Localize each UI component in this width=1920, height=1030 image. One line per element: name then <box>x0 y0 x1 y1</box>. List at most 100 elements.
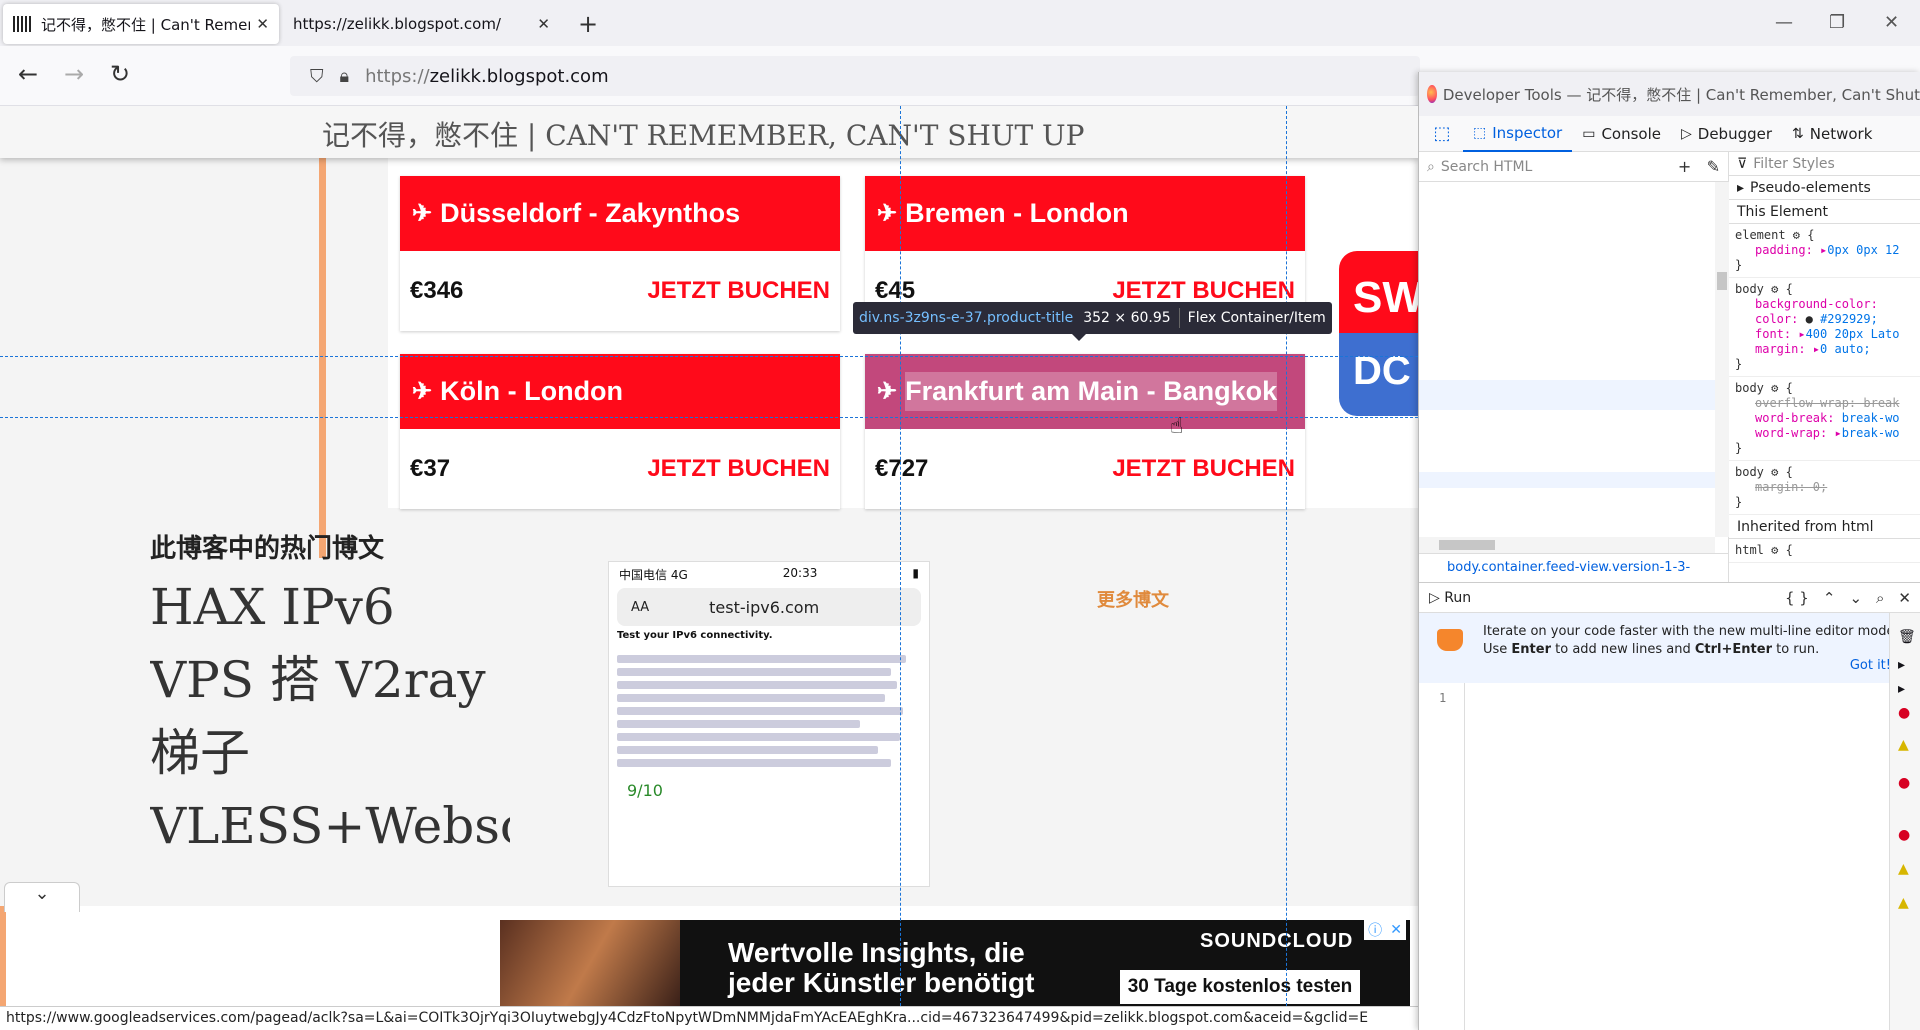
selected-node-row[interactable] <box>1419 380 1715 410</box>
close-tab-icon[interactable]: ✕ <box>256 15 269 33</box>
product-title[interactable]: ✈ Bremen - London <box>865 176 1305 251</box>
fox-icon <box>1437 629 1463 651</box>
rule-body[interactable]: body ⚙ { background-color: color: ● #292… <box>1729 278 1920 377</box>
forward-arrow-icon[interactable]: → <box>64 60 84 88</box>
price: €727 <box>875 455 929 482</box>
reload-icon[interactable]: ↻ <box>110 60 130 88</box>
price: €45 <box>875 277 916 304</box>
inspector-guide-vertical <box>900 106 901 1006</box>
chevron-down-icon[interactable]: ⌄ <box>1849 589 1862 607</box>
airplane-icon: ✈ <box>412 200 433 227</box>
console-messages-strip: 🗑︎ ▸ ▸ ● ▲ ● ● ▲ ▲ <box>1889 613 1920 1030</box>
book-now-button[interactable]: JETZT BUCHEN <box>647 455 830 483</box>
url-bar[interactable]: ⛉ 🔒︎ https://zelikk.blogspot.com <box>290 56 1420 96</box>
element-picker-icon[interactable]: ⬚ <box>1427 120 1457 148</box>
collapse-ad-chevron-icon[interactable]: ⌄ <box>4 882 80 912</box>
chevron-right-icon: ▸ <box>1898 681 1906 697</box>
inherited-heading: Inherited from html <box>1729 515 1920 539</box>
rule-body[interactable]: body ⚙ { margin: 0; } <box>1729 461 1920 515</box>
tooltip-arrow <box>1072 334 1086 341</box>
more-posts-link[interactable]: 更多博文 <box>1097 586 1169 612</box>
pretty-print-icon[interactable]: { } <box>1785 589 1809 607</box>
network-icon: ⇅ <box>1792 125 1804 142</box>
ad-close-icon: ✕ <box>1390 922 1402 938</box>
tab-title: https://zelikk.blogspot.com/ <box>293 15 501 33</box>
inspector-element-tooltip: div.ns-3z9ns-e-37.product-title 352 × 60… <box>853 302 1332 334</box>
accent-bar <box>0 906 6 1006</box>
rule-element[interactable]: element ⚙ { padding: ▸0px 0px 12 } <box>1729 224 1920 278</box>
restore-icon[interactable]: ❐ <box>1829 12 1845 33</box>
new-tab-plus-icon[interactable]: + <box>578 10 598 38</box>
add-node-icon[interactable]: + ✎ <box>1678 157 1720 176</box>
ad-photo <box>500 920 680 1006</box>
tab-blog-url[interactable]: https://zelikk.blogspot.com/ ✕ <box>283 4 560 44</box>
chevron-right-icon: ▸ <box>1898 657 1906 673</box>
ad-choices-icon[interactable]: ⓘ ✕ <box>1364 920 1406 940</box>
tab-console[interactable]: ▭ Console <box>1572 116 1671 152</box>
close-icon[interactable]: ✕ <box>1898 589 1911 607</box>
error-icon: ● <box>1898 705 1911 721</box>
warning-icon: ▲ <box>1898 737 1909 753</box>
trash-icon: 🗑︎ <box>1898 629 1916 645</box>
close-window-icon[interactable]: ✕ <box>1884 12 1899 33</box>
devtools-tabs: ⬚ ⬚ Inspector ▭ Console ▷ Debugger ⇅ Network <box>1419 116 1920 152</box>
tab-network[interactable]: ⇅ Network <box>1782 116 1882 152</box>
run-button[interactable]: Run <box>1444 590 1471 606</box>
flight-card-highlighted[interactable]: ✈ Frankfurt am Main - Bangkok €727 JETZT B… <box>865 354 1305 509</box>
search-icon[interactable]: ⌕ <box>1876 589 1884 607</box>
tab-inspector[interactable]: ⬚ Inspector <box>1463 116 1573 152</box>
book-now-button[interactable]: JETZT BUCHEN <box>647 277 830 305</box>
pseudo-elements-toggle[interactable]: ▸ Pseudo-elements <box>1729 176 1920 200</box>
line-numbers: 1 <box>1419 683 1465 1030</box>
minimize-icon[interactable]: — <box>1775 12 1793 33</box>
product-title[interactable]: ✈ Düsseldorf - Zakynthos <box>400 176 840 251</box>
soundcloud-banner-ad[interactable]: Wertvolle Insights, die jeder Künstler be… <box>500 920 1410 1006</box>
airplane-icon: ✈ <box>412 378 433 405</box>
console-toolbar: ▷ Run { } ⌃ ⌄ ⌕ ✕ <box>1419 583 1920 613</box>
warning-icon: ▲ <box>1898 861 1909 877</box>
editor-onboarding-notice: Iterate on your code faster with the new… <box>1419 613 1920 683</box>
console-editor[interactable]: 1 <box>1419 683 1889 1030</box>
tab-blog[interactable]: 记不得，憋不住 | Can't Remem ✕ <box>3 4 279 44</box>
price-row: €727 JETZT BUCHEN <box>865 429 1305 509</box>
popular-post-title[interactable]: HAX IPv6 VPS 搭 V2ray 梯子 VLESS+Websocket+… <box>150 571 510 861</box>
got-it-button[interactable]: Got it! <box>1850 657 1891 675</box>
shield-icon[interactable]: ⛉ <box>310 66 324 87</box>
book-now-button[interactable]: JETZT BUCHEN <box>1112 455 1295 483</box>
run-play-icon[interactable]: ▷ <box>1429 590 1444 606</box>
flight-card[interactable]: ✈ Düsseldorf - Zakynthos €346 JETZT BUCHEN <box>400 176 840 331</box>
filter-styles-row[interactable]: ⊽ Filter Styles <box>1729 152 1920 176</box>
tab-title: 记不得，憋不住 | Can't Remem <box>41 15 251 34</box>
tab-strip: 记不得，憋不住 | Can't Remem ✕ https://zelikk.b… <box>0 0 1920 46</box>
back-arrow-icon[interactable]: ← <box>18 60 38 88</box>
site-title[interactable]: 记不得，憋不住 | CAN'T REMEMBER, CAN'T SHUT UP <box>322 114 1084 154</box>
phone-address-bar: AA test-ipv6.com <box>617 588 921 626</box>
site-favicon-icon <box>13 16 33 32</box>
post-thumbnail[interactable]: 中国电信 4G 20:33 ▮ AA test-ipv6.com Test your … <box>608 561 930 887</box>
popular-posts-heading: 此博客中的热门博文 <box>150 534 385 564</box>
devtools-title-bar: Developer Tools — 记不得，憋不住 | Can't Rememb… <box>1419 72 1920 116</box>
ad-cta-button[interactable]: 30 Tage kostenlos testen <box>1120 970 1360 1004</box>
chevron-up-icon[interactable]: ⌃ <box>1823 589 1836 607</box>
breadcrumb[interactable]: body.container.feed-view.version-1-3- <box>1419 553 1729 582</box>
side-ad[interactable]: SW DC <box>1339 251 1418 416</box>
markup-scrollbar[interactable] <box>1715 182 1729 537</box>
inspector-guide-horizontal <box>0 417 1418 418</box>
error-icon: ● <box>1898 827 1911 843</box>
markup-h-scrollbar[interactable] <box>1419 537 1715 553</box>
selected-node-row[interactable] <box>1419 472 1715 488</box>
search-html-input[interactable]: Search HTML <box>1441 159 1533 175</box>
url-text[interactable]: https://zelikk.blogspot.com <box>365 66 609 87</box>
tab-debugger[interactable]: ▷ Debugger <box>1671 116 1782 152</box>
search-html-row: ⌕ Search HTML + ✎ <box>1419 152 1728 182</box>
devtools-panel: Developer Tools — 记不得，憋不住 | Can't Rememb… <box>1418 72 1920 1030</box>
readiness-score: 9/10 <box>627 781 663 800</box>
console-icon: ▭ <box>1582 125 1596 142</box>
lock-icon[interactable]: 🔒︎ <box>340 66 350 87</box>
search-icon: ⌕ <box>1427 158 1435 175</box>
rule-body[interactable]: body ⚙ { overflow-wrap: break word-break… <box>1729 377 1920 461</box>
rule-html[interactable]: html ⚙ { <box>1729 539 1920 563</box>
book-now-button[interactable]: JETZT BUCHEN <box>1112 277 1295 305</box>
flight-card[interactable]: ✈ Köln - London €37 JETZT BUCHEN <box>400 354 840 509</box>
close-tab-icon[interactable]: ✕ <box>537 15 550 33</box>
